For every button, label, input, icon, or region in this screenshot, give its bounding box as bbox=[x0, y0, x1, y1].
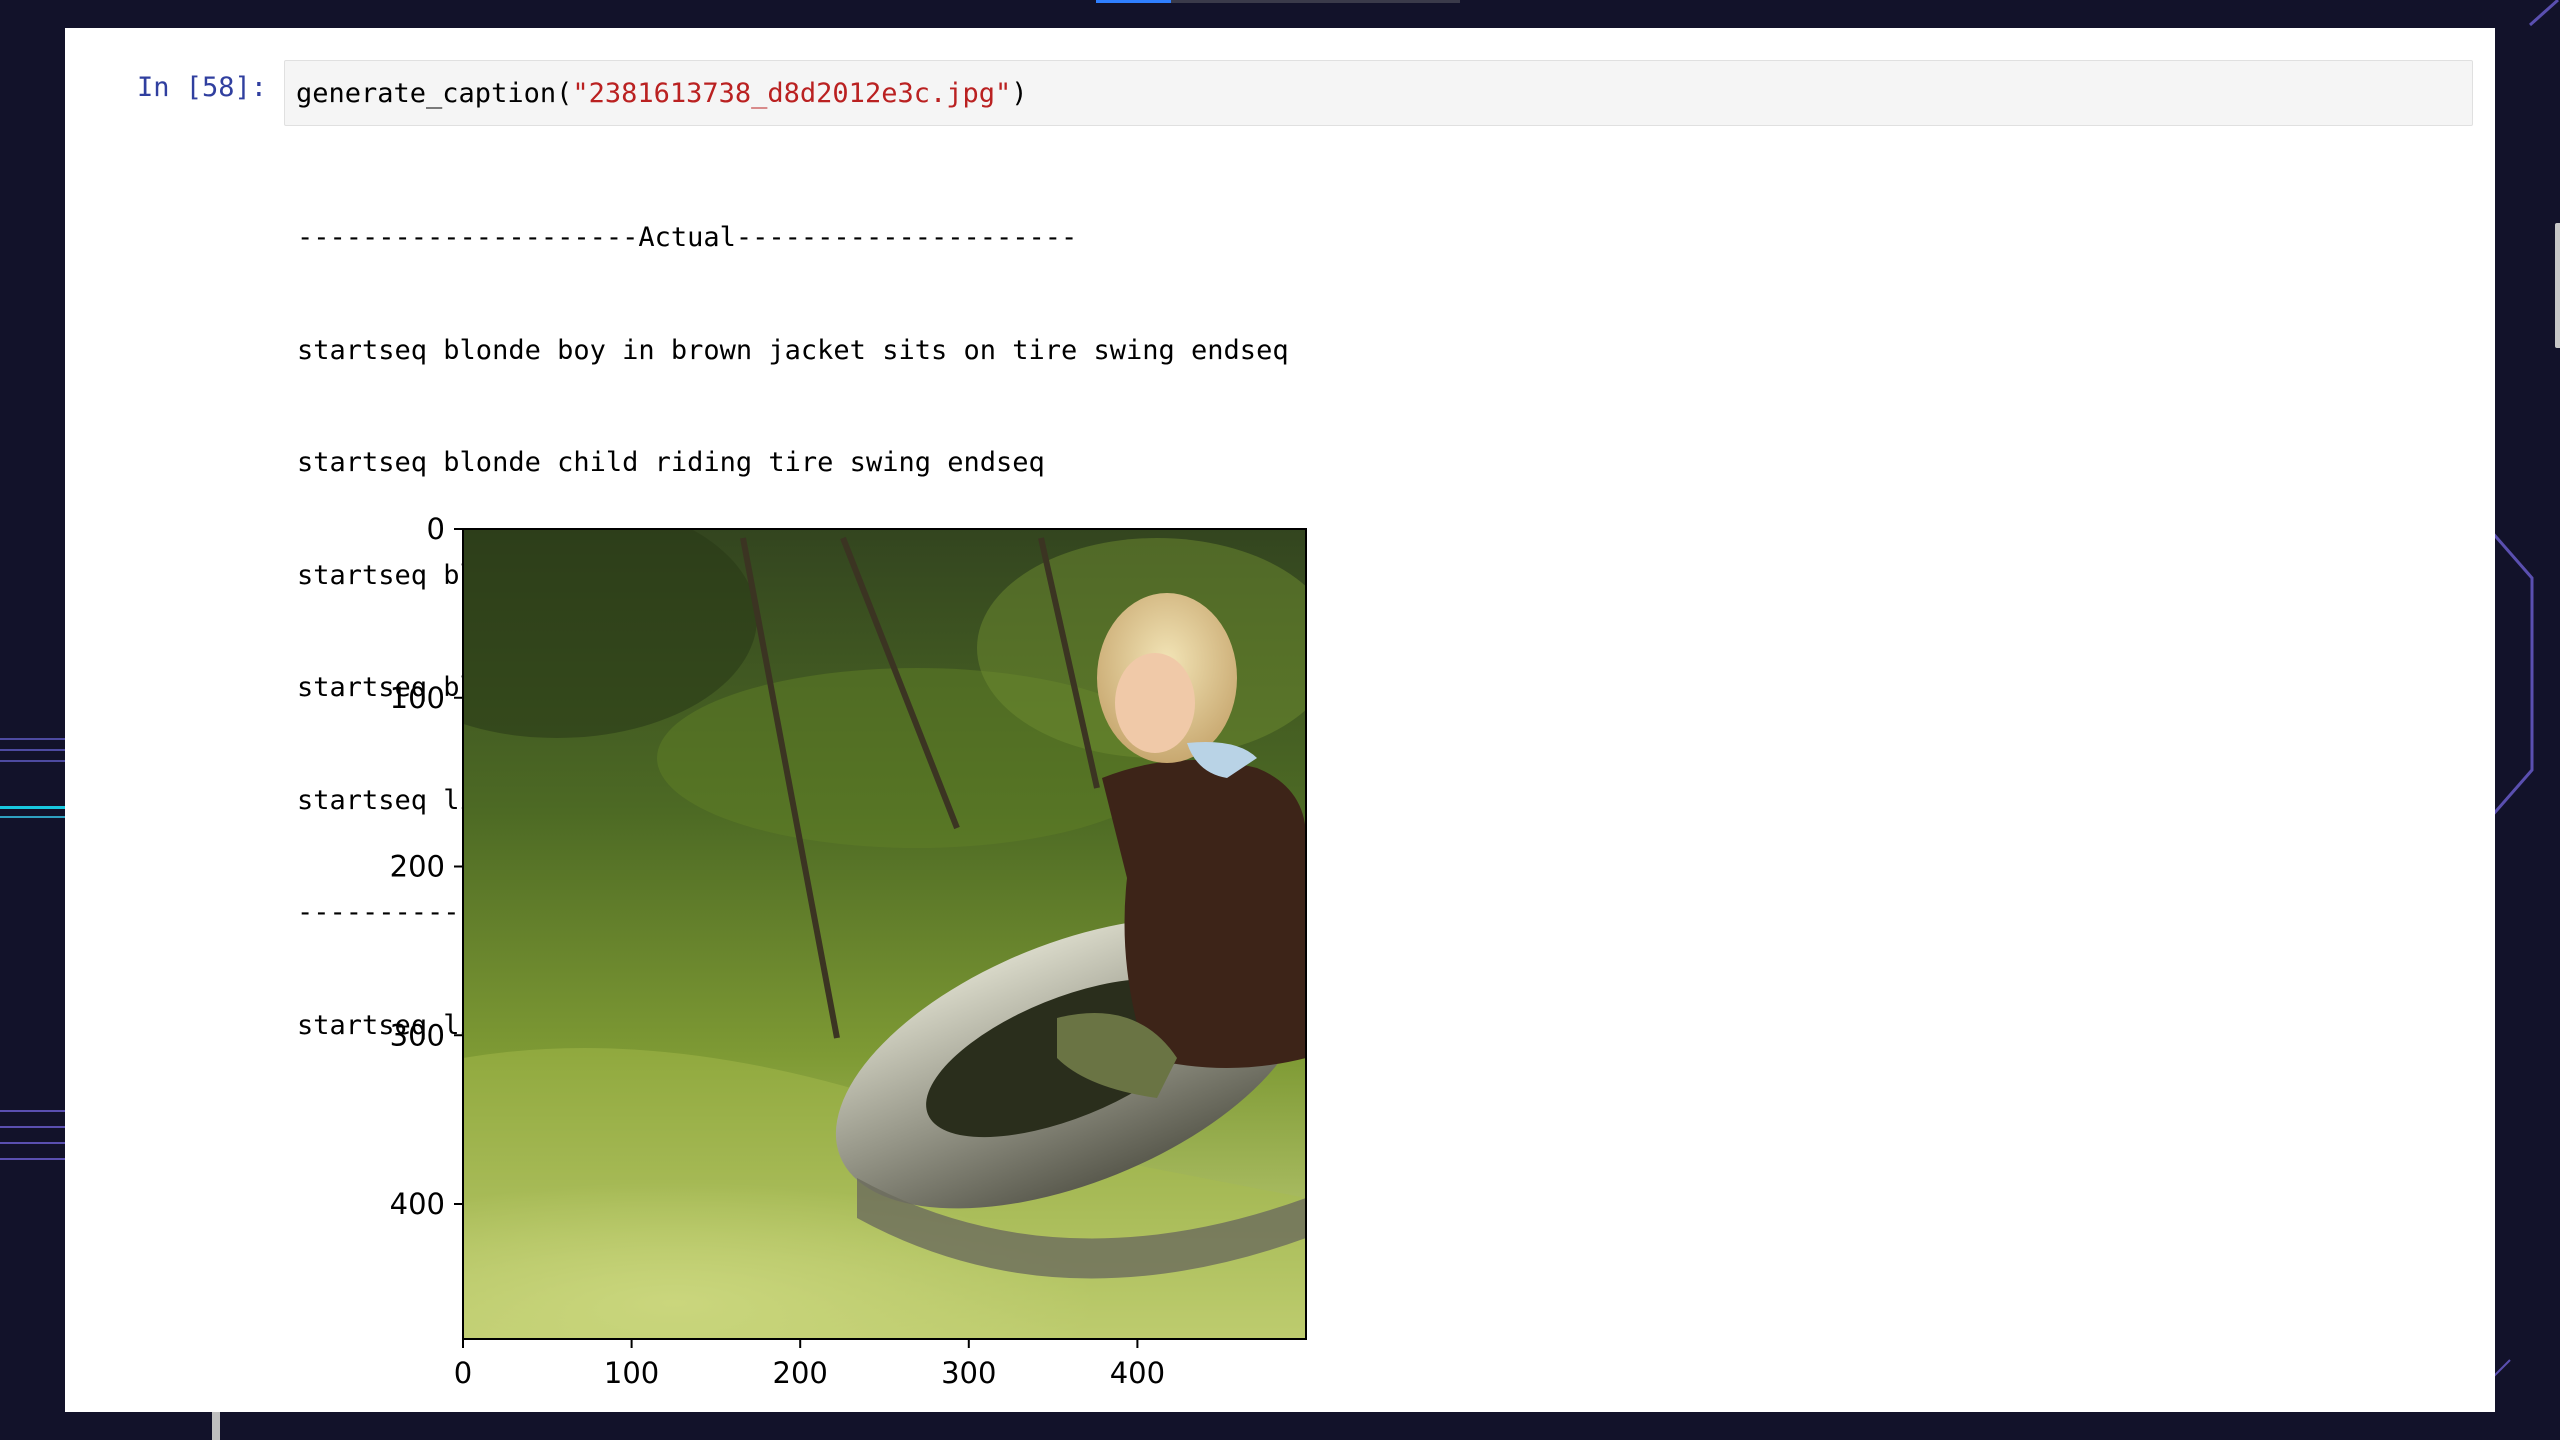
y-tick-label: 400 bbox=[390, 1187, 445, 1221]
x-tick-label: 400 bbox=[1110, 1356, 1165, 1390]
y-axis: 0 100 200 300 400 bbox=[390, 512, 463, 1221]
notebook-panel: In [58]: generate_caption("2381613738_d8… bbox=[65, 28, 2560, 1412]
code-closing-paren: ) bbox=[1011, 77, 1028, 109]
top-progress-accent bbox=[1096, 0, 1171, 3]
actual-caption-1: startseq blonde boy in brown jacket sits… bbox=[297, 334, 1289, 366]
bottom-stub bbox=[212, 1412, 220, 1440]
x-tick-label: 200 bbox=[773, 1356, 828, 1390]
y-tick-label: 100 bbox=[390, 681, 445, 715]
code-string-argument: "2381613738_d8d2012e3c.jpg" bbox=[572, 77, 1012, 109]
code-input-cell[interactable]: generate_caption("2381613738_d8d2012e3c.… bbox=[284, 60, 2473, 126]
actual-header: ---------------------Actual-------------… bbox=[297, 222, 1078, 253]
tire-swing-photo bbox=[463, 529, 1306, 1339]
cell-prompt: In [58]: bbox=[137, 72, 268, 103]
left-cyan-line-2 bbox=[0, 816, 66, 818]
x-axis: 0 100 200 300 400 bbox=[454, 1339, 1165, 1390]
y-tick-label: 300 bbox=[390, 1018, 445, 1052]
code-function-call: generate_caption( bbox=[296, 77, 573, 109]
left-cyan-line bbox=[0, 806, 66, 809]
right-decorative-frame bbox=[2490, 0, 2559, 1381]
y-tick-label: 200 bbox=[390, 850, 445, 884]
image-plot: 0 100 200 300 400 0 100 200 300 400 bbox=[390, 512, 1307, 1390]
x-tick-label: 300 bbox=[941, 1356, 996, 1390]
left-decorative-lines bbox=[0, 738, 66, 771]
y-tick-label: 0 bbox=[427, 512, 445, 546]
image-figure: 0 100 200 300 400 0 100 200 300 400 bbox=[297, 498, 1337, 1412]
x-tick-label: 100 bbox=[604, 1356, 659, 1390]
scrollbar-thumb[interactable] bbox=[2555, 223, 2560, 348]
actual-caption-2: startseq blonde child riding tire swing … bbox=[297, 447, 1045, 478]
x-tick-label: 0 bbox=[454, 1356, 472, 1390]
left-lower-lines bbox=[0, 1110, 66, 1174]
